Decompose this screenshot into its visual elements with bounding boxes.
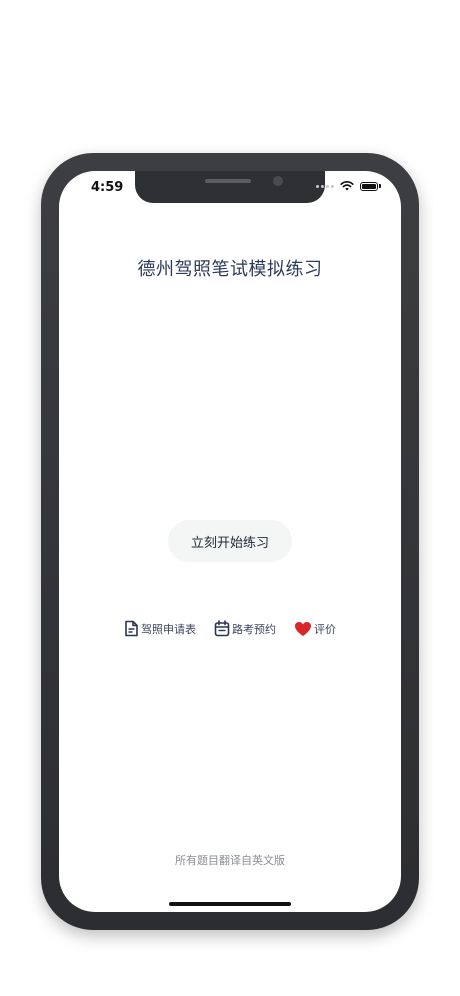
page-title: 德州驾照笔试模拟练习 [137,259,323,280]
link-road-test-booking[interactable]: 路考预约 [214,620,276,637]
device-mockup: 4:59 德州驾照笔试模拟练习 立刻开始练习 驾照申请表 路考预约 评价 所有题… [0,0,460,996]
calendar-icon [214,620,230,637]
link-label: 评价 [314,622,336,636]
front-camera [273,176,283,186]
start-practice-button[interactable]: 立刻开始练习 [168,520,292,562]
signal-icon [316,184,334,188]
wifi-icon [340,181,354,191]
translation-note: 所有题目翻译自英文版 [175,854,285,867]
home-indicator[interactable] [169,902,291,906]
notch [135,171,325,203]
quick-links: 驾照申请表 路考预约 评价 [59,620,401,637]
link-label: 驾照申请表 [141,622,196,636]
link-rating[interactable]: 评价 [294,621,336,637]
phone-frame: 4:59 德州驾照笔试模拟练习 立刻开始练习 驾照申请表 路考预约 评价 所有题… [41,153,419,930]
status-icons [316,181,381,191]
speaker-grille [205,179,251,183]
battery-icon [360,181,378,191]
battery-tip [379,184,381,188]
heart-icon [295,621,311,636]
link-label: 路考预约 [232,622,276,636]
app-screen: 4:59 德州驾照笔试模拟练习 立刻开始练习 驾照申请表 路考预约 评价 所有题… [59,171,401,912]
link-license-application[interactable]: 驾照申请表 [124,620,196,637]
status-time: 4:59 [91,180,124,195]
document-icon [125,620,138,637]
